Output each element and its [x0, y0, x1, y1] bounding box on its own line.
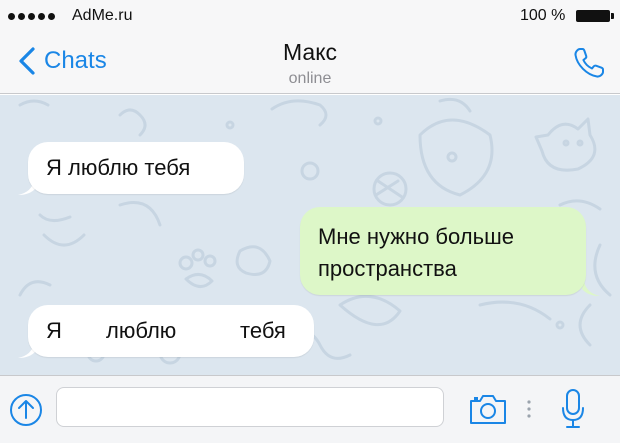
contact-status: online	[288, 70, 332, 87]
message-bubble-outgoing[interactable]: Мне нужно больше пространства	[300, 207, 586, 295]
arrow-up-circle-icon[interactable]	[8, 392, 44, 428]
camera-icon[interactable]	[468, 392, 508, 426]
message-bubble-incoming[interactable]: Я люблю тебя	[28, 142, 244, 194]
message-text-line: Мне нужно больше	[318, 224, 514, 249]
message-text-line: пространства	[318, 256, 457, 281]
message-input[interactable]	[56, 387, 444, 427]
message-word: люблю	[106, 318, 177, 343]
carrier-name: AdMe.ru	[72, 7, 133, 24]
phone-icon[interactable]	[572, 46, 606, 80]
message-word: тебя	[240, 318, 286, 343]
signal-strength-icon	[8, 13, 55, 20]
status-bar: AdMe.ru 100 %	[0, 0, 620, 32]
chat-header: Chats Макс online	[0, 32, 620, 94]
contact-name[interactable]: Макс	[0, 39, 620, 66]
microphone-icon[interactable]	[560, 388, 586, 430]
message-bubble-incoming[interactable]: Я люблю тебя	[28, 305, 314, 357]
message-word: Я	[46, 318, 62, 343]
vertical-dots-icon[interactable]	[527, 399, 531, 419]
conversation-area[interactable]: Я люблю тебя Мне нужно больше пространст…	[0, 95, 620, 375]
battery-icon	[576, 10, 614, 22]
bubble-tail	[582, 281, 600, 296]
message-composer	[0, 375, 620, 443]
battery-percentage: 100 %	[520, 7, 566, 24]
message-text: Я люблю тебя	[46, 155, 191, 180]
